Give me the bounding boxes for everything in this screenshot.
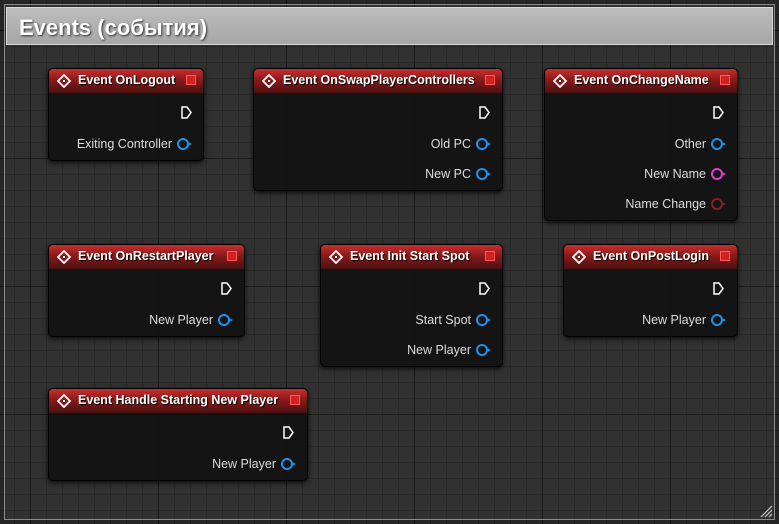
event-node-onswapplayercontrollers[interactable]: Event OnSwapPlayerControllers Old PC New… <box>253 68 503 191</box>
object-pin-icon[interactable] <box>476 168 491 180</box>
exec-output-pin[interactable] <box>221 282 232 295</box>
exec-output-pin[interactable] <box>713 282 724 295</box>
event-diamond-icon <box>329 250 343 264</box>
exec-output-pin[interactable] <box>479 282 490 295</box>
exec-output-pin[interactable] <box>479 106 490 119</box>
object-pin-icon[interactable] <box>177 138 192 150</box>
node-header[interactable]: Event OnRestartPlayer <box>49 245 244 269</box>
output-pin-row[interactable]: Exiting Controller <box>76 136 192 152</box>
output-pin-row[interactable]: New Name <box>644 166 726 182</box>
node-title: Event Init Start Spot <box>350 249 470 263</box>
pin-label: Exiting Controller <box>76 137 172 151</box>
pin-label: New PC <box>425 167 471 181</box>
event-node-onpostlogin[interactable]: Event OnPostLogin New Player <box>563 244 738 337</box>
delegate-pin[interactable] <box>290 395 300 405</box>
object-pin-icon[interactable] <box>711 138 726 150</box>
event-diamond-icon <box>572 250 586 264</box>
output-pin-row[interactable]: New Player <box>149 312 233 328</box>
delegate-pin[interactable] <box>720 251 730 261</box>
output-pin-row[interactable]: Name Change <box>625 196 726 212</box>
node-header[interactable]: Event Init Start Spot <box>321 245 502 269</box>
event-node-initstartspot[interactable]: Event Init Start Spot Start Spot New Pla… <box>320 244 503 367</box>
object-pin-icon[interactable] <box>476 314 491 326</box>
node-header[interactable]: Event OnSwapPlayerControllers <box>254 69 502 93</box>
object-pin-icon[interactable] <box>281 458 296 470</box>
event-node-onchangename[interactable]: Event OnChangeName Other New Name Name C… <box>544 68 738 221</box>
delegate-pin[interactable] <box>186 75 196 85</box>
pin-label: Old PC <box>430 137 471 151</box>
comment-header[interactable]: Events (события) <box>6 7 773 45</box>
node-title: Event Handle Starting New Player <box>78 393 279 407</box>
output-pin-row[interactable]: Start Spot <box>415 312 491 328</box>
node-title: Event OnChangeName <box>574 73 709 87</box>
pin-label: New Player <box>407 343 471 357</box>
exec-output-pin[interactable] <box>181 106 192 119</box>
output-pin-row[interactable]: New Player <box>407 342 491 358</box>
node-header[interactable]: Event OnChangeName <box>545 69 737 93</box>
pin-label: New Player <box>642 313 706 327</box>
object-pin-icon[interactable] <box>476 344 491 356</box>
delegate-pin[interactable] <box>485 251 495 261</box>
node-title: Event OnRestartPlayer <box>78 249 214 263</box>
output-pin-row[interactable]: Old PC <box>430 136 491 152</box>
exec-output-pin[interactable] <box>713 106 724 119</box>
node-title: Event OnLogout <box>78 73 176 87</box>
delegate-pin[interactable] <box>720 75 730 85</box>
object-pin-icon[interactable] <box>476 138 491 150</box>
event-node-onrestartplayer[interactable]: Event OnRestartPlayer New Player <box>48 244 245 337</box>
node-header[interactable]: Event Handle Starting New Player <box>49 389 307 413</box>
node-header[interactable]: Event OnPostLogin <box>564 245 737 269</box>
pin-label: Start Spot <box>415 313 471 327</box>
exec-output-pin[interactable] <box>283 426 294 439</box>
delegate-pin[interactable] <box>227 251 237 261</box>
pin-label: Name Change <box>625 197 706 211</box>
pin-label: Other <box>674 137 706 151</box>
node-header[interactable]: Event OnLogout <box>49 69 203 93</box>
event-diamond-icon <box>262 74 276 88</box>
name-pin-icon[interactable] <box>711 198 726 210</box>
event-node-handlestartingnewplayer[interactable]: Event Handle Starting New Player New Pla… <box>48 388 308 481</box>
pin-label: New Player <box>212 457 276 471</box>
object-pin-icon[interactable] <box>218 314 233 326</box>
event-diamond-icon <box>57 394 71 408</box>
pin-label: New Name <box>644 167 706 181</box>
output-pin-row[interactable]: New PC <box>425 166 491 182</box>
comment-title: Events (события) <box>19 15 208 40</box>
pin-label: New Player <box>149 313 213 327</box>
output-pin-row[interactable]: New Player <box>642 312 726 328</box>
string-pin-icon[interactable] <box>711 168 726 180</box>
node-title: Event OnPostLogin <box>593 249 709 263</box>
object-pin-icon[interactable] <box>711 314 726 326</box>
delegate-pin[interactable] <box>485 75 495 85</box>
event-node-onlogout[interactable]: Event OnLogout Exiting Controller <box>48 68 204 161</box>
resize-grip-icon[interactable] <box>759 504 773 518</box>
event-diamond-icon <box>57 74 71 88</box>
node-title: Event OnSwapPlayerControllers <box>283 73 475 87</box>
output-pin-row[interactable]: Other <box>674 136 726 152</box>
event-diamond-icon <box>57 250 71 264</box>
output-pin-row[interactable]: New Player <box>212 456 296 472</box>
event-diamond-icon <box>553 74 567 88</box>
